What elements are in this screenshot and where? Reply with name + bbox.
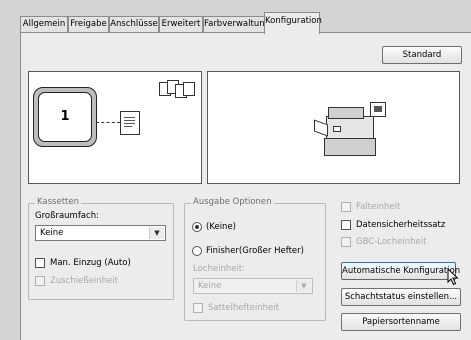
radio-finisher[interactable] [192, 246, 202, 256]
standard-button[interactable]: Standard [382, 46, 462, 64]
radio-finisher-label: Finisher(Großer Hefter) [206, 246, 304, 256]
printer-preview [207, 71, 460, 184]
grossraumfach-value: Keine [40, 228, 64, 238]
tab-allgemein[interactable]: Allgemein [20, 16, 68, 32]
grossraumfach-select[interactable]: Keine ▼ [35, 225, 166, 241]
tab-freigabe[interactable]: Freigabe [68, 16, 109, 32]
sattelhefteinheit-checkbox[interactable] [193, 303, 203, 313]
radio-keine-label: (Keine) [206, 222, 236, 232]
papiersortenname-button[interactable]: Papiersortenname [341, 313, 461, 331]
chevron-down-icon: ▼ [149, 227, 164, 239]
kassetten-title: Kassetten [35, 197, 82, 207]
man-einzug-checkbox[interactable] [35, 258, 45, 268]
tab-konfiguration[interactable]: Konfiguration [264, 12, 322, 34]
tray-number: 1 [60, 109, 70, 124]
gbc-locheinheit-checkbox[interactable] [341, 237, 351, 247]
man-einzug-label: Man. Einzug (Auto) [50, 258, 131, 268]
locheinheit-select[interactable]: Keine ▼ [193, 278, 313, 294]
zuschiesseinheit-checkbox[interactable] [35, 276, 45, 286]
datensicherheitssatz-label: Datensicherheitssatz [356, 220, 446, 230]
paper-tray-illustration: 1 [33, 87, 97, 147]
gbc-locheinheit-label: GBC-Locheinheit [356, 237, 427, 247]
tab-farbverwaltung[interactable]: Farbverwaltung [203, 16, 270, 32]
schachtstatus-button[interactable]: Schachtstatus einstellen... [341, 288, 461, 306]
tab-anschluesse[interactable]: Anschlüsse [109, 16, 159, 32]
printer-illustration [314, 102, 388, 157]
ausgabe-optionen-title: Ausgabe Optionen [191, 197, 274, 207]
falteinheit-label: Falteinheit [356, 202, 401, 212]
tray-preview: 1 [28, 71, 202, 184]
sattelhefteinheit-label: Sattelhefteinheit [208, 303, 279, 313]
automatische-konfiguration-button[interactable]: Automatische Konfiguration [341, 262, 460, 280]
locheinheit-value: Keine [198, 281, 222, 291]
zuschiesseinheit-label: Zuschießeinheit [50, 276, 118, 286]
stacked-pages-icon [159, 80, 199, 108]
locheinheit-label: Locheinheit: [193, 264, 246, 274]
output-document-icon [120, 111, 140, 135]
chevron-down-icon: ▼ [296, 280, 311, 292]
printer-panel-icon [370, 102, 386, 117]
tab-erweitert[interactable]: Erweitert [159, 16, 203, 32]
mouse-cursor-icon [447, 268, 459, 286]
datensicherheitssatz-checkbox[interactable] [341, 220, 351, 230]
falteinheit-checkbox[interactable] [341, 202, 351, 212]
radio-keine[interactable] [192, 222, 202, 232]
grossraumfach-label: Großraumfach: [35, 211, 99, 221]
